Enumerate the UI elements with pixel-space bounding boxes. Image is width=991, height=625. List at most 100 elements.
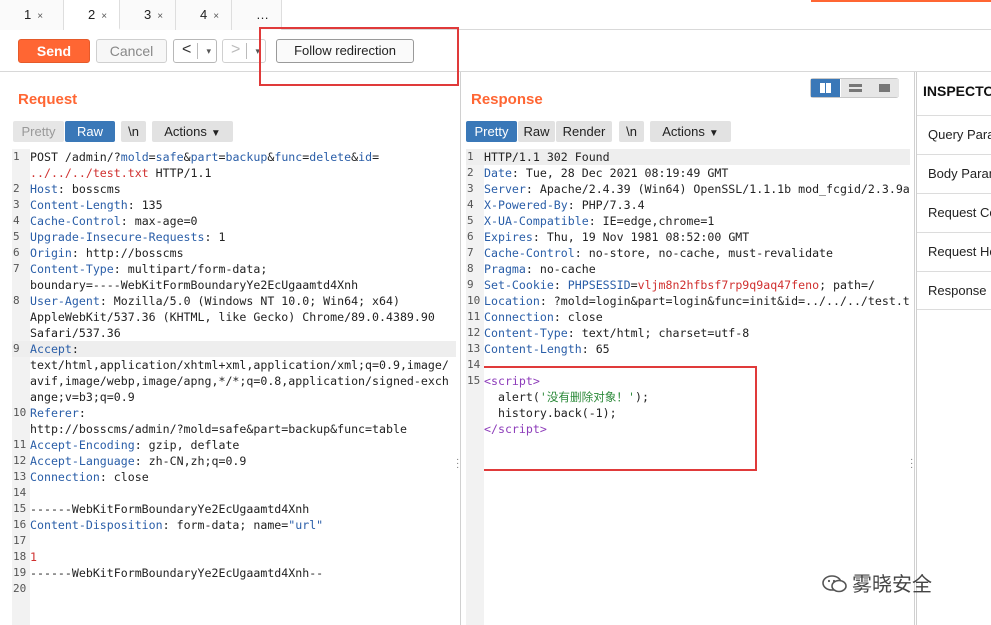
code-token: : 65: [581, 342, 610, 356]
close-icon[interactable]: ×: [101, 11, 107, 22]
panel-divider[interactable]: [460, 72, 461, 625]
code-token: '没有删除对象！': [539, 390, 635, 404]
follow-redirection-button[interactable]: Follow redirection: [276, 39, 414, 63]
response-view-tabs: Pretty Raw Render \n Actions ▼: [466, 121, 736, 143]
code-line: 12 Accept-Language: zh-CN,zh;q=0.9: [12, 453, 456, 469]
chevron-down-icon[interactable]: ▾: [255, 41, 260, 61]
code-text: Cache-Control: no-store, no-cache, must-…: [484, 245, 833, 261]
split-horizontal-icon[interactable]: [811, 79, 840, 97]
code-line: ange;v=b3;q=0.9: [12, 389, 456, 405]
chevron-down-icon: ▼: [210, 128, 221, 139]
tab-newline[interactable]: \n: [619, 121, 644, 142]
code-text: Content-Length: 65: [484, 341, 610, 357]
code-token: Host: [30, 182, 58, 196]
code-line: 10 Referer:: [12, 405, 456, 421]
code-line: 2 Host: bosscms: [12, 181, 456, 197]
code-text: Server: Apache/2.4.39 (Win64) OpenSSL/1.…: [484, 181, 910, 197]
line-number: 14: [13, 486, 27, 499]
line-number: 16: [13, 518, 27, 531]
wechat-icon: [822, 575, 847, 593]
forward-button[interactable]: > ▾: [222, 39, 266, 63]
code-text: Content-Length: 135: [30, 197, 163, 213]
drag-handle-icon[interactable]: · · ·: [910, 455, 913, 473]
inspector-response-headers[interactable]: Response Headers: [917, 271, 991, 310]
chevron-down-icon[interactable]: ▾: [206, 41, 211, 61]
split-vertical-icon[interactable]: [841, 79, 870, 97]
code-token: =: [372, 150, 380, 164]
tab-raw[interactable]: Raw: [518, 121, 555, 142]
send-button[interactable]: Send: [18, 39, 90, 63]
actions-menu[interactable]: Actions ▼: [152, 121, 233, 142]
tab-render[interactable]: Render: [556, 121, 612, 142]
code-text: Origin: http://bosscms: [30, 245, 184, 261]
tab-more[interactable]: …: [232, 0, 282, 30]
line-number: 5: [13, 230, 20, 243]
code-text: ange;v=b3;q=0.9: [30, 389, 135, 405]
drag-handle-icon[interactable]: · · ·: [456, 455, 459, 473]
code-token: Connection: [484, 310, 554, 324]
close-icon[interactable]: ×: [157, 11, 163, 22]
chevron-right-icon: >: [231, 41, 241, 58]
code-token: );: [634, 390, 649, 404]
code-text: Expires: Thu, 19 Nov 1981 08:52:00 GMT: [484, 229, 749, 245]
inspector-body-parameters[interactable]: Body Parameters: [917, 154, 991, 193]
request-editor[interactable]: 1 POST /admin/?mold=safe&part=backup&func…: [12, 149, 456, 625]
code-token: :: [78, 406, 86, 420]
code-line: 12 Content-Type: text/html; charset=utf-8: [466, 325, 910, 341]
watermark: 雾晓安全: [822, 568, 932, 597]
tab-newline[interactable]: \n: [121, 121, 146, 142]
code-token: : multipart/form-data;: [113, 262, 268, 276]
tab-1[interactable]: 1 ×: [0, 0, 64, 30]
code-text: POST /admin/?mold=safe&part=backup&func=…: [30, 149, 379, 165]
close-icon[interactable]: ×: [37, 11, 43, 22]
code-token: </: [484, 422, 498, 436]
panel-divider[interactable]: [914, 72, 915, 625]
tab-label: …: [256, 7, 269, 22]
tab-raw[interactable]: Raw: [65, 121, 115, 142]
code-token: =: [148, 150, 156, 164]
close-icon[interactable]: ×: [213, 11, 219, 22]
code-token: part: [190, 150, 219, 164]
code-token: : IE=edge,chrome=1: [588, 214, 715, 228]
code-line: 3 Server: Apache/2.4.39 (Win64) OpenSSL/1…: [466, 181, 910, 197]
actions-menu[interactable]: Actions ▼: [650, 121, 731, 142]
single-pane-icon[interactable]: [870, 79, 899, 97]
code-text: Referer:: [30, 405, 86, 421]
code-token: : close: [99, 470, 149, 484]
inspector-query-parameters[interactable]: Query Parameters: [917, 115, 991, 154]
code-text: Connection: close: [484, 309, 603, 325]
separator: [197, 43, 198, 59]
code-text: Content-Type: multipart/form-data;: [30, 261, 267, 277]
code-line: 10 Location: ?mold=login&part=login&func=…: [466, 293, 910, 309]
code-line: 7 Content-Type: multipart/form-data;: [12, 261, 456, 277]
code-token: : Mozilla/5.0 (Windows NT 10.0; Win64; x…: [99, 294, 400, 308]
tab-pretty[interactable]: Pretty: [13, 121, 64, 142]
code-text: Content-Disposition: form-data; name="ur…: [30, 517, 323, 533]
tab-4[interactable]: 4 ×: [176, 0, 232, 30]
inspector-request-headers[interactable]: Request Headers: [917, 232, 991, 271]
code-line: ../../../test.txt HTTP/1.1: [12, 165, 456, 181]
actions-label: Actions: [662, 124, 705, 139]
response-editor[interactable]: 1 HTTP/1.1 302 Found 2 Date: Tue, 28 Dec 20…: [466, 149, 910, 625]
back-button[interactable]: < ▾: [173, 39, 217, 63]
tab-strip: 1 × 2 × 3 × 4 × …: [0, 0, 991, 30]
code-token: <: [484, 374, 491, 388]
code-text: Accept-Language: zh-CN,zh;q=0.9: [30, 453, 246, 469]
code-token: history.back(-1);: [484, 406, 617, 420]
line-number: 8: [467, 262, 474, 275]
code-token: func: [274, 150, 303, 164]
inspector-request-cookies[interactable]: Request Cookies: [917, 193, 991, 232]
code-text: http://bosscms/admin/?mold=safe&part=bac…: [30, 421, 407, 437]
tab-pretty[interactable]: Pretty: [466, 121, 517, 142]
tab-3[interactable]: 3 ×: [120, 0, 176, 30]
code-text: history.back(-1);: [484, 405, 617, 421]
code-token: : Thu, 19 Nov 1981 08:52:00 GMT: [532, 230, 750, 244]
code-token: Safari/537.36: [30, 326, 121, 340]
cancel-button[interactable]: Cancel: [96, 39, 167, 63]
code-text: HTTP/1.1 302 Found: [484, 149, 610, 165]
line-number: 13: [13, 470, 27, 483]
code-token: Accept: [30, 342, 72, 356]
tab-2[interactable]: 2 ×: [64, 0, 120, 30]
line-number: 17: [13, 534, 27, 547]
code-token: mold: [120, 150, 149, 164]
